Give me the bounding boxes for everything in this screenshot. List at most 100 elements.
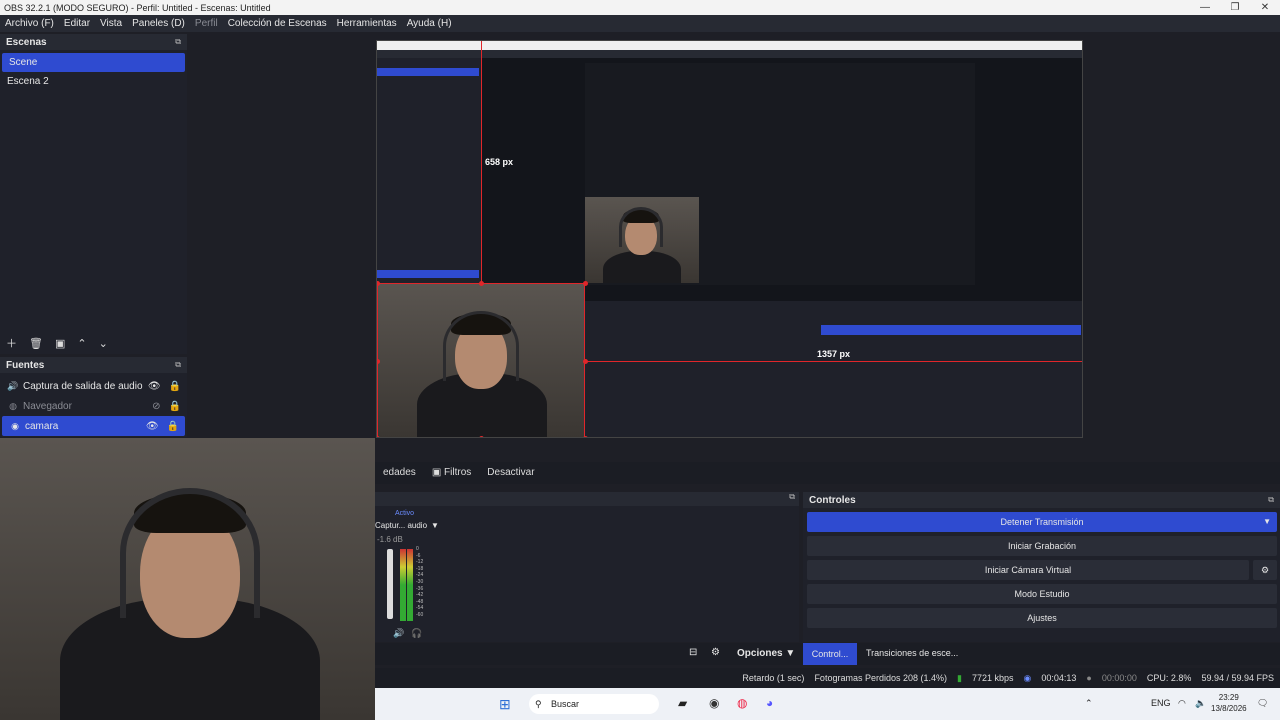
tab-controls[interactable]: Control...: [803, 643, 857, 665]
resize-handle[interactable]: [583, 281, 588, 286]
headphones-icon[interactable]: 🎧: [411, 628, 422, 639]
wifi-icon[interactable]: ◠: [1178, 698, 1186, 709]
window-title: OBS 32.2.1 (MODO SEGURO) - Perfil: Untit…: [4, 2, 271, 13]
volume-fader[interactable]: [387, 549, 393, 619]
scene-item-escena-2[interactable]: Escena 2: [0, 72, 187, 91]
record-status-icon: ●: [1086, 673, 1092, 683]
close-button[interactable]: ✕: [1250, 0, 1280, 15]
source-item-camera[interactable]: ◉ camara 👁 🔒: [2, 416, 185, 436]
scenes-dock-title: Escenas ⧉: [0, 34, 187, 50]
guide-vertical: [481, 41, 482, 283]
status-delay: Retardo (1 sec): [742, 673, 805, 683]
obs-taskbar-icon[interactable]: ◉: [709, 696, 719, 710]
tray-language[interactable]: ENG: [1151, 698, 1171, 708]
filters-button[interactable]: ▣ Filtros: [424, 463, 479, 483]
undock-icon[interactable]: ⧉: [1268, 495, 1274, 505]
nested-camera-feed: [585, 197, 699, 283]
menu-profile[interactable]: Perfil: [190, 18, 223, 29]
eye-icon[interactable]: 👁: [148, 381, 161, 392]
mixer-db: -1.6 dB: [377, 535, 403, 544]
add-icon[interactable]: ＋: [6, 335, 17, 351]
status-fps: 59.94 / 59.94 FPS: [1201, 673, 1274, 683]
minimize-button[interactable]: —: [1190, 0, 1220, 15]
start-virtual-camera-button[interactable]: Iniciar Cámara Virtual: [807, 560, 1249, 580]
resize-handle[interactable]: [479, 281, 484, 286]
windows-taskbar: ⊞ ⚲ Buscar ▰ ◉ ◍ ◕ ⌃ ENG ◠ 🔈 23:29 13/8/…: [375, 688, 1280, 720]
mixer-settings-icon[interactable]: ⚙: [711, 647, 720, 658]
nested-titlebar: [377, 41, 1082, 50]
tray-chevron-up-icon[interactable]: ⌃: [1085, 698, 1093, 709]
menu-edit[interactable]: Editar: [59, 18, 95, 29]
speaker-icon: 🔊: [7, 380, 19, 391]
properties-button[interactable]: edades: [375, 463, 424, 483]
eye-hidden-icon[interactable]: ⊘: [152, 401, 160, 412]
controls-dock: Controles ⧉ Detener Transmisión ▼ Iniciar…: [803, 492, 1280, 642]
chrome-icon[interactable]: ◍: [737, 696, 747, 710]
meter-scale: 0 -6 -12 -18 -24 -30 -36 -42 -48 -54 -60: [416, 546, 424, 618]
source-item-audio-capture[interactable]: 🔊 Captura de salida de audio 👁 🔒: [0, 376, 187, 396]
resize-handle[interactable]: [583, 359, 588, 364]
undock-icon[interactable]: ⧉: [175, 360, 181, 370]
file-explorer-icon[interactable]: ▰: [678, 696, 687, 710]
resize-handle[interactable]: [479, 436, 484, 437]
selection-bounds[interactable]: [377, 283, 585, 437]
options-button[interactable]: Opciones ▼: [737, 648, 795, 659]
sources-dock-title: Fuentes ⧉: [0, 357, 187, 373]
move-up-icon[interactable]: ⌃: [77, 337, 86, 350]
chevron-down-icon[interactable]: ▼: [431, 521, 439, 530]
studio-mode-button[interactable]: Modo Estudio: [807, 584, 1277, 604]
preview-canvas[interactable]: 658 px 1357 px: [376, 40, 1083, 438]
resize-handle[interactable]: [377, 436, 380, 437]
tab-scene-transitions[interactable]: Transiciones de esce...: [866, 648, 958, 658]
guide-horizontal: [585, 361, 1082, 362]
menu-view[interactable]: Vista: [95, 18, 127, 29]
nested-menubar: [377, 50, 1082, 58]
menu-bar: Archivo (F) Editar Vista Paneles (D) Per…: [0, 15, 1280, 32]
dock-tabs-bar: ⊟ ⚙ Opciones ▼ Control... Transiciones d…: [375, 643, 1280, 665]
source-item-browser[interactable]: ◍ Navegador ⊘ 🔒: [0, 396, 187, 416]
window-titlebar: OBS 32.2.1 (MODO SEGURO) - Perfil: Untit…: [0, 0, 1280, 15]
windows-start-icon[interactable]: ⊞: [499, 696, 511, 713]
mixer-layout-icon[interactable]: ⊟: [689, 647, 697, 658]
source-toolbar: edades ▣ Filtros Desactivar: [375, 462, 1280, 484]
level-meter: [400, 549, 406, 621]
eye-icon[interactable]: 👁: [146, 421, 159, 432]
audio-mixer-dock: ⧉ Activo Captur... audio ▼ -1.6 dB 0 -6 -1…: [375, 492, 799, 642]
start-recording-button[interactable]: Iniciar Grabación: [807, 536, 1277, 556]
volume-icon[interactable]: 🔈: [1195, 698, 1206, 709]
status-dropped-frames: Fotogramas Perdidos 208 (1.4%): [814, 673, 948, 683]
width-distance-label: 1357 px: [817, 349, 851, 359]
notification-icon[interactable]: 🗨: [1257, 698, 1268, 709]
menu-help[interactable]: Ayuda (H): [402, 18, 457, 29]
filter-icon: ▣: [431, 467, 445, 478]
window-controls: — ❐ ✕: [1190, 0, 1280, 15]
mute-icon[interactable]: 🔊: [393, 628, 404, 639]
deactivate-button[interactable]: Desactivar: [479, 463, 542, 483]
undock-icon[interactable]: ⧉: [789, 492, 795, 506]
scene-item-scene[interactable]: Scene: [2, 53, 185, 72]
stop-streaming-button[interactable]: Detener Transmisión ▼: [807, 512, 1277, 532]
menu-scene-collection[interactable]: Colección de Escenas: [223, 18, 332, 29]
settings-button[interactable]: Ajustes: [807, 608, 1277, 628]
maximize-button[interactable]: ❐: [1220, 0, 1250, 15]
taskbar-search[interactable]: ⚲ Buscar: [529, 694, 659, 714]
lock-icon[interactable]: 🔒: [169, 381, 181, 392]
resize-handle[interactable]: [583, 436, 588, 437]
menu-file[interactable]: Archivo (F): [0, 18, 59, 29]
signal-bars-icon: ▮: [957, 672, 962, 683]
undock-icon[interactable]: ⧉: [175, 37, 181, 47]
tray-clock[interactable]: 23:29 13/8/2026: [1211, 692, 1247, 714]
lock-icon[interactable]: 🔒: [167, 421, 179, 432]
camera-icon: ◉: [11, 420, 19, 431]
level-meter: [407, 549, 413, 621]
trash-icon[interactable]: 🗑: [29, 337, 43, 350]
move-down-icon[interactable]: ⌄: [99, 337, 108, 350]
gear-icon[interactable]: ⚙: [1253, 560, 1277, 580]
scenes-toolbar: ＋ 🗑 ▣ ⌃ ⌄: [0, 334, 114, 352]
menu-docks[interactable]: Paneles (D): [127, 18, 190, 29]
discord-icon[interactable]: ◕: [766, 696, 773, 710]
chevron-down-icon[interactable]: ▼: [1263, 512, 1271, 532]
lock-icon[interactable]: 🔒: [169, 401, 181, 412]
menu-tools[interactable]: Herramientas: [332, 18, 402, 29]
filter-icon[interactable]: ▣: [55, 337, 65, 350]
